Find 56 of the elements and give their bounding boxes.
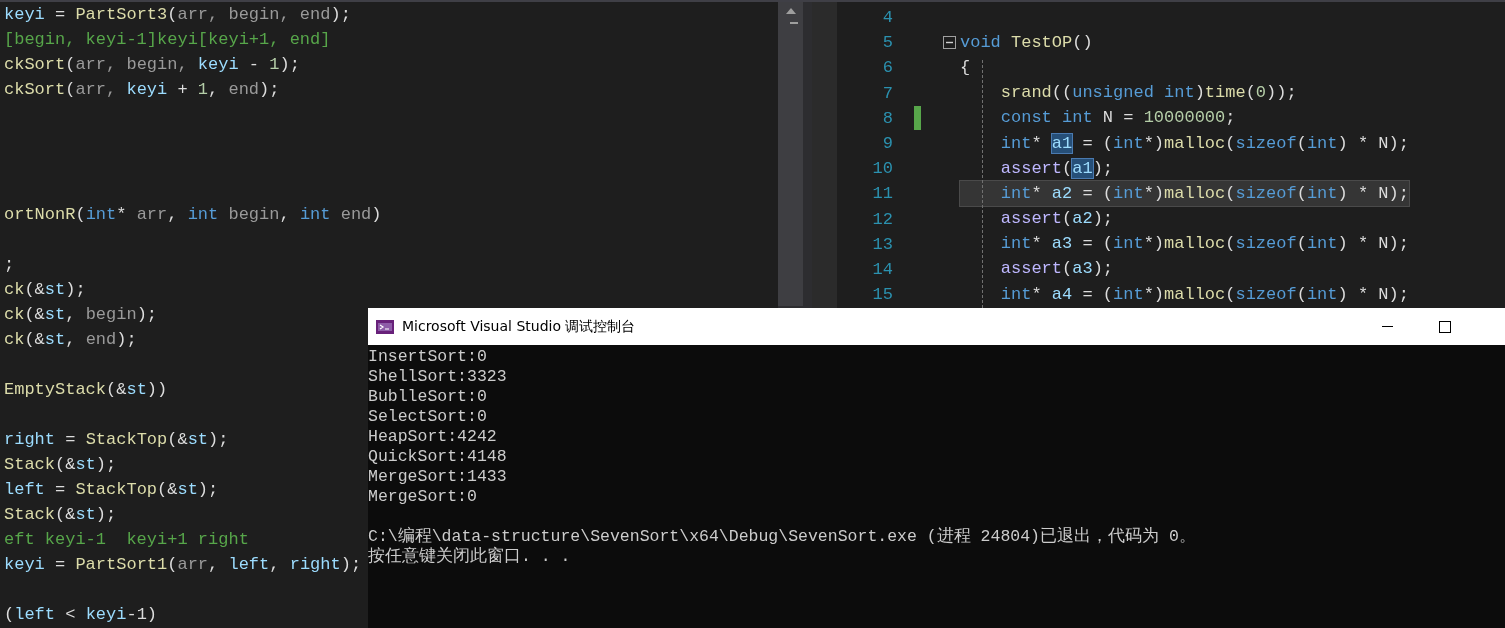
code-line: left = StackTop(&st); xyxy=(3,479,219,501)
line-number: 14 xyxy=(871,259,893,279)
code-line: assert(a3); xyxy=(1000,258,1114,281)
change-marker xyxy=(914,106,921,131)
code-line: assert(a1); xyxy=(1000,157,1114,180)
console-output-line: QuickSort:4148 xyxy=(368,447,507,467)
console-output-line: HeapSort:4242 xyxy=(368,427,497,447)
code-line: Stack(&st); xyxy=(3,504,117,526)
code-line: right = StackTop(&st); xyxy=(3,429,229,451)
collapse-icon[interactable] xyxy=(943,36,956,50)
code-line: void TestOP() xyxy=(960,31,1093,54)
line-number: 12 xyxy=(871,209,893,229)
code-line: srand((unsigned int)time(0)); xyxy=(1000,82,1297,105)
code-line: int* a1 = (int*)malloc(sizeof(int) * N); xyxy=(1000,132,1409,155)
code-line: ckSort(arr, keyi + 1, end); xyxy=(3,79,280,101)
code-line: { xyxy=(960,56,971,79)
code-line: assert(a2); xyxy=(1000,208,1114,231)
code-line: Stack(&st); xyxy=(3,454,117,476)
code-line: ck(&st, begin); xyxy=(3,304,158,326)
line-number: 15 xyxy=(871,285,893,305)
line-number: 13 xyxy=(871,234,893,254)
scroll-up-arrow-icon[interactable] xyxy=(785,8,796,14)
code-line: keyi = PartSort1(arr, left, right); xyxy=(3,554,362,576)
console-output-line: 按任意键关闭此窗口. . . xyxy=(368,547,571,567)
code-line: EmptyStack(&st)) xyxy=(3,379,168,401)
line-number: 11 xyxy=(871,184,893,204)
code-line: keyi = PartSort3(arr, begin, end); xyxy=(3,4,351,26)
console-output-line: SelectSort:0 xyxy=(368,407,487,427)
code-line: const int N = 10000000; xyxy=(1000,107,1236,130)
code-line: int* a2 = (int*)malloc(sizeof(int) * N); xyxy=(1000,182,1409,205)
line-number: 7 xyxy=(881,83,893,103)
console-output-line: InsertSort:0 xyxy=(368,347,487,367)
console-output-line: ShellSort:3323 xyxy=(368,367,507,387)
line-number: 6 xyxy=(881,58,893,78)
code-line: int* a3 = (int*)malloc(sizeof(int) * N); xyxy=(1000,233,1409,256)
line-number: 5 xyxy=(881,33,893,53)
console-icon xyxy=(376,319,394,334)
code-line: ck(&st); xyxy=(3,279,86,301)
code-line: ortNonR(int* arr, int begin, int end) xyxy=(3,204,382,226)
line-number: 8 xyxy=(881,108,893,128)
line-number: 9 xyxy=(881,134,893,154)
line-number: 4 xyxy=(881,8,893,28)
code-line: ; xyxy=(3,254,15,276)
scrollbar[interactable] xyxy=(778,2,803,306)
code-line: eft keyi-1 keyi+1 right xyxy=(3,529,249,551)
code-line: [begin, keyi-1]keyi[keyi+1, end] xyxy=(3,29,331,51)
console-output-line: MergeSort:1433 xyxy=(368,467,507,487)
code-line: (left < keyi-1) xyxy=(3,604,158,626)
window-title: Microsoft Visual Studio 调试控制台 xyxy=(402,317,636,336)
console-output-line: MergeSort:0 xyxy=(368,487,477,507)
code-line: ckSort(arr, begin, keyi - 1); xyxy=(3,54,300,76)
console-output-line: C:\编程\data-structure\SevenSort\x64\Debug\SevenSort.exe (进程 24804)已退出，代码为 0。 xyxy=(368,527,1196,546)
console-output-line: BublleSort:0 xyxy=(368,387,487,407)
code-line: int* a4 = (int*)malloc(sizeof(int) * N); xyxy=(1000,283,1409,306)
line-number: 10 xyxy=(871,159,893,179)
code-line: ck(&st, end); xyxy=(3,329,137,351)
